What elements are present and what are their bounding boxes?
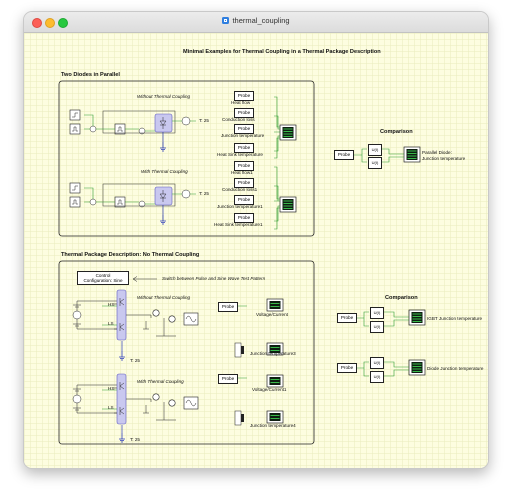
output-label: Junction temperature3 [250, 351, 296, 356]
section1-without-label: Without Thermal Coupling [137, 94, 191, 99]
output-label: Heat Sink temperature1 [214, 222, 263, 227]
output-label: Junction temperature [221, 133, 265, 138]
u-block[interactable]: U(I) [370, 357, 384, 369]
probe-block[interactable]: Probe [218, 374, 238, 384]
u-block[interactable]: U(I) [368, 157, 382, 169]
section1-heading: Two Diodes in Parallel [61, 72, 120, 78]
probe-block[interactable]: Probe [334, 150, 354, 160]
gate-hs-label: HS [108, 302, 115, 307]
gate-hs-label: HS [108, 386, 115, 391]
title-bar: thermal_coupling [24, 12, 488, 33]
section1-with-label: With Thermal Coupling [141, 169, 188, 174]
output-label: Heat flow1 [231, 170, 253, 175]
section2-heading: Thermal Package Description: No Thermal … [61, 252, 200, 258]
u-block[interactable]: U(I) [368, 144, 382, 156]
output-label: Voltage/Current [256, 312, 288, 317]
comparison1-scope-label-line2: Junction temperature [422, 156, 466, 161]
gate-ls-label: LS [108, 405, 114, 410]
canvas-title: Minimal Examples for Thermal Coupling in… [183, 49, 381, 55]
section2-temp-lower: T: 25 [130, 437, 140, 442]
scope-diode-label: Diode Junction temperature [427, 366, 484, 371]
output-label: Conduction loss1 [222, 187, 258, 192]
section1-box [58, 80, 315, 237]
control-block[interactable]: Control Configuration: Sine [77, 271, 129, 286]
output-label: Junction temperature4 [250, 423, 296, 428]
schematic-canvas[interactable]: Minimal Examples for Thermal Coupling in… [24, 33, 488, 468]
section2-temp-upper: T: 25 [130, 358, 140, 363]
u-block[interactable]: U(I) [370, 307, 384, 319]
comparison1-heading: Comparison [380, 129, 413, 135]
window-title-text: thermal_coupling [232, 16, 290, 25]
comparison2-heading: Comparison [385, 295, 418, 301]
u-block[interactable]: U(I) [370, 371, 384, 383]
window-title: thermal_coupling [24, 16, 488, 25]
section2-with-label: With Thermal Coupling [137, 379, 184, 384]
probe-block[interactable]: Probe [337, 363, 357, 373]
section1-temp-upper: T: 25 [199, 118, 209, 123]
control-configuration: Configuration: Sine [83, 278, 123, 284]
output-label: Junction temperature1 [217, 204, 263, 209]
section1-temp-lower: T: 25 [199, 191, 209, 196]
output-label: Voltage/Current1 [252, 387, 287, 392]
output-label: Heat Sink temperature [217, 152, 263, 157]
scope-igbt-label: IGBT Junction temperature [427, 316, 483, 321]
document-icon [222, 17, 230, 24]
output-label: Heat flow [231, 100, 251, 105]
application-window: thermal_coupling Minimal Examples for Th… [23, 11, 489, 469]
probe-block[interactable]: Probe [218, 302, 238, 312]
switch-note: Switch between Pulse and Sine Wave Test … [162, 276, 266, 281]
probe-block[interactable]: Probe [337, 313, 357, 323]
u-block[interactable]: U(I) [370, 321, 384, 333]
section2-without-label: Without Thermal Coupling [137, 295, 191, 300]
output-label: Conduction loss [222, 117, 255, 122]
gate-ls-label: LS [108, 321, 114, 326]
schematic-drawing [58, 80, 426, 445]
comparison1-scope-label-line1: Parallel Diode: [422, 150, 452, 155]
